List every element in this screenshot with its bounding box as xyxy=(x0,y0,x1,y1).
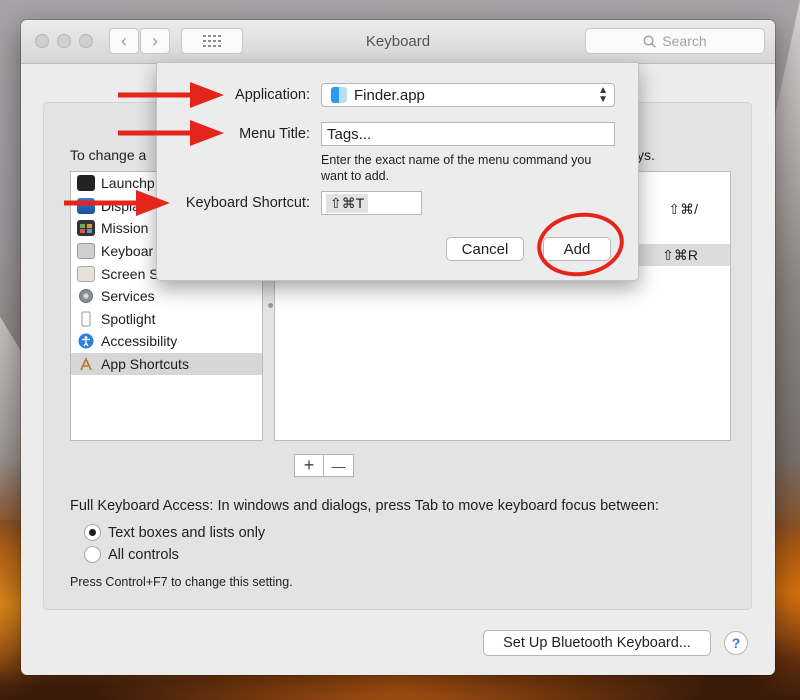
help-button[interactable]: ? xyxy=(724,631,748,655)
category-label: Mission xyxy=(101,220,149,237)
category-services[interactable]: Services xyxy=(71,285,262,308)
cancel-button[interactable]: Cancel xyxy=(446,237,524,261)
category-label: Accessibility xyxy=(101,333,178,350)
chevron-updown-icon: ▲ ▼ xyxy=(598,85,608,105)
shortcut-keys: ⇧⌘/ xyxy=(668,200,698,217)
add-shortcut-button[interactable]: + xyxy=(294,454,324,477)
gear-icon xyxy=(77,288,95,304)
control-f7-hint: Press Control+F7 to change this setting. xyxy=(70,575,293,589)
split-view-handle[interactable] xyxy=(268,303,273,308)
minus-icon: — xyxy=(331,457,346,474)
title-bar: ‹ › Keyboard Search xyxy=(21,20,775,64)
arrow-annotation-icon xyxy=(118,82,224,108)
arrow-annotation-icon xyxy=(64,190,170,216)
category-label: Keyboar xyxy=(101,243,154,260)
arrow-annotation-icon xyxy=(118,120,224,146)
search-icon xyxy=(643,34,657,48)
remove-shortcut-button[interactable]: — xyxy=(324,454,354,477)
category-spotlight[interactable]: Spotlight xyxy=(71,308,262,331)
keyboard-shortcut-value: ⇧⌘T xyxy=(326,193,369,213)
setup-bluetooth-keyboard-button[interactable]: Set Up Bluetooth Keyboard... xyxy=(483,630,711,656)
instruction-text-end: ys. xyxy=(637,147,655,163)
full-keyboard-access-label: Full Keyboard Access: In windows and dia… xyxy=(70,498,659,514)
application-label: Application: xyxy=(235,87,310,103)
menu-title-value: Tags... xyxy=(327,125,372,143)
application-popup[interactable]: Finder.app ▲ ▼ xyxy=(321,83,615,107)
add-remove-controls: + — xyxy=(294,454,354,477)
menu-title-helptext: Enter the exact name of the menu command… xyxy=(321,153,592,183)
category-accessibility[interactable]: Accessibility xyxy=(71,330,262,353)
radio-button-checked[interactable] xyxy=(84,524,101,541)
finder-icon xyxy=(331,87,347,103)
app-store-icon xyxy=(77,356,95,372)
instruction-text: To change a xyxy=(70,147,147,163)
menu-title-field[interactable]: Tags... xyxy=(321,122,615,146)
keyboard-icon xyxy=(77,243,95,260)
category-app-shortcuts[interactable]: App Shortcuts xyxy=(71,352,262,376)
accessibility-icon xyxy=(77,333,95,349)
keyboard-shortcut-field[interactable]: ⇧⌘T xyxy=(321,191,422,215)
category-label: Screen S xyxy=(101,265,159,282)
search-field[interactable]: Search xyxy=(585,28,765,54)
category-label: Spotlight xyxy=(101,310,156,327)
radio-all-controls[interactable]: All controls xyxy=(84,546,179,563)
mission-control-icon xyxy=(77,220,95,237)
radio-label: All controls xyxy=(108,546,179,563)
keyboard-shortcut-label: Keyboard Shortcut: xyxy=(185,195,310,211)
menu-title-label: Menu Title: xyxy=(239,126,310,142)
help-icon: ? xyxy=(731,635,741,651)
application-value: Finder.app xyxy=(354,86,425,104)
screenshot-icon xyxy=(77,265,95,282)
category-label: App Shortcuts xyxy=(101,356,189,373)
radio-label: Text boxes and lists only xyxy=(108,524,266,541)
plus-icon: + xyxy=(303,455,315,475)
search-placeholder: Search xyxy=(662,33,707,49)
category-label: Services xyxy=(101,288,155,305)
spotlight-icon xyxy=(77,311,95,327)
shortcut-keys: ⇧⌘R xyxy=(662,246,698,263)
radio-text-boxes-only[interactable]: Text boxes and lists only xyxy=(84,524,265,541)
radio-button[interactable] xyxy=(84,546,101,563)
